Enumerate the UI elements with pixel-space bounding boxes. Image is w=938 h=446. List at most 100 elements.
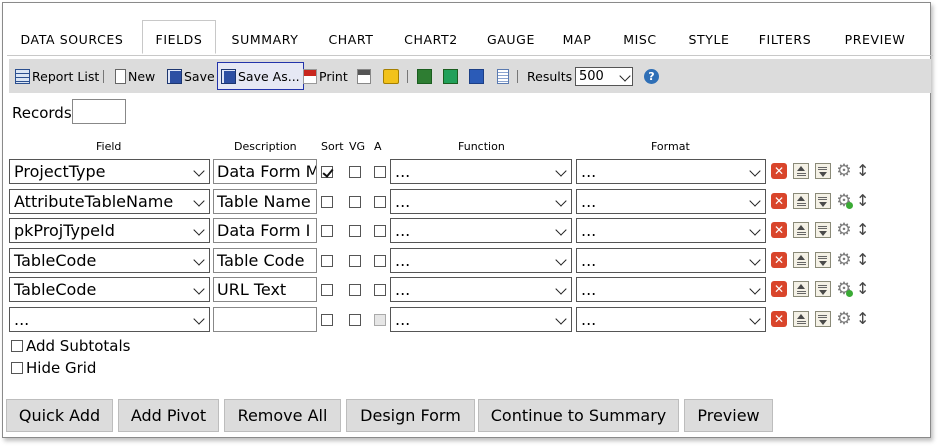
move-up-icon[interactable] (793, 252, 809, 268)
gear-icon[interactable]: ⚙ (836, 311, 852, 328)
vg-checkbox[interactable] (349, 255, 361, 267)
print-button[interactable]: Print (303, 59, 348, 93)
tab-chart2[interactable]: CHART2 (399, 21, 463, 55)
delete-icon[interactable]: ✕ (771, 252, 787, 268)
description-input[interactable] (213, 307, 317, 332)
format-select[interactable]: ... (576, 189, 766, 214)
field-select[interactable]: ProjectType (9, 159, 210, 184)
tab-misc[interactable]: MISC (615, 21, 665, 55)
tab-summary[interactable]: SUMMARY (225, 21, 305, 55)
a-checkbox[interactable] (374, 196, 386, 208)
delete-icon[interactable]: ✕ (771, 281, 787, 297)
sort-checkbox[interactable] (321, 284, 333, 296)
vg-checkbox[interactable] (349, 225, 361, 237)
tab-filters[interactable]: FILTERS (753, 21, 817, 55)
function-select[interactable]: ... (390, 218, 572, 243)
move-down-icon[interactable] (815, 311, 831, 327)
drag-handle-icon[interactable]: ↕ (856, 311, 869, 327)
a-checkbox[interactable] (374, 284, 386, 296)
format-select[interactable]: ... (576, 218, 766, 243)
help-icon[interactable]: ? (644, 69, 659, 84)
move-down-icon[interactable] (815, 222, 831, 238)
results-select[interactable]: 500 (575, 67, 633, 86)
gear-icon[interactable]: ⚙ (836, 193, 853, 210)
continue-to-summary-button[interactable]: Continue to Summary (478, 399, 679, 432)
vg-checkbox[interactable] (349, 314, 361, 326)
function-select[interactable]: ... (390, 277, 572, 302)
vg-checkbox[interactable] (349, 284, 361, 296)
quick-add-button[interactable]: Quick Add (6, 399, 113, 432)
tab-style[interactable]: STYLE (681, 21, 737, 55)
word-export-button[interactable] (469, 59, 486, 93)
sql-button[interactable] (383, 59, 401, 93)
hide-grid-option[interactable]: Hide Grid (11, 359, 96, 377)
delete-icon[interactable]: ✕ (771, 311, 787, 327)
drag-handle-icon[interactable]: ↕ (856, 193, 869, 209)
move-down-icon[interactable] (815, 163, 831, 179)
function-select[interactable]: ... (390, 189, 572, 214)
gear-icon[interactable]: ⚙ (836, 252, 852, 269)
records-input[interactable] (72, 99, 126, 124)
function-select[interactable]: ... (390, 307, 572, 332)
format-select[interactable]: ... (576, 307, 766, 332)
move-up-icon[interactable] (793, 193, 809, 209)
tab-map[interactable]: MAP (557, 21, 597, 55)
gear-icon[interactable]: ⚙ (836, 163, 852, 180)
sort-checkbox[interactable] (321, 225, 333, 237)
add-subtotals-option[interactable]: Add Subtotals (11, 337, 130, 355)
field-select[interactable]: TableCode (9, 277, 210, 302)
save-as-button[interactable]: Save As... (217, 62, 304, 90)
vg-checkbox[interactable] (349, 166, 361, 178)
tab-preview[interactable]: PREVIEW (839, 21, 911, 55)
description-input[interactable]: Data Form M (213, 159, 317, 184)
report-list-button[interactable]: Report List (15, 59, 99, 93)
gear-icon[interactable]: ⚙ (836, 281, 853, 298)
move-down-icon[interactable] (815, 252, 831, 268)
format-select[interactable]: ... (576, 248, 766, 273)
description-input[interactable]: Table Code (213, 248, 317, 273)
new-button[interactable]: New (115, 59, 155, 93)
format-select[interactable]: ... (576, 277, 766, 302)
hide-grid-checkbox[interactable] (11, 362, 23, 374)
drag-handle-icon[interactable]: ↕ (856, 163, 869, 179)
delete-icon[interactable]: ✕ (771, 163, 787, 179)
field-select[interactable]: TableCode (9, 248, 210, 273)
move-down-icon[interactable] (815, 281, 831, 297)
tab-chart[interactable]: CHART (321, 21, 381, 55)
save-button[interactable]: Save (167, 59, 215, 93)
tab-data-sources[interactable]: DATA SOURCES (11, 21, 133, 55)
move-up-icon[interactable] (793, 281, 809, 297)
sort-checkbox[interactable] (321, 255, 333, 267)
sort-checkbox[interactable] (321, 314, 333, 326)
preview-button[interactable]: Preview (684, 399, 773, 432)
delete-icon[interactable]: ✕ (771, 193, 787, 209)
html-export-button[interactable] (357, 59, 373, 93)
format-select[interactable]: ... (576, 159, 766, 184)
move-down-icon[interactable] (815, 193, 831, 209)
excel-export-button-2[interactable] (443, 59, 460, 93)
description-input[interactable]: URL Text (213, 277, 317, 302)
tab-gauge[interactable]: GAUGE (481, 21, 541, 55)
design-form-button[interactable]: Design Form (346, 399, 475, 432)
move-up-icon[interactable] (793, 163, 809, 179)
add-pivot-button[interactable]: Add Pivot (118, 399, 219, 432)
text-export-button[interactable] (497, 59, 511, 93)
tab-fields[interactable]: FIELDS (142, 20, 216, 54)
vg-checkbox[interactable] (349, 196, 361, 208)
a-checkbox[interactable] (374, 225, 386, 237)
field-select[interactable]: AttributeTableName (9, 189, 210, 214)
function-select[interactable]: ... (390, 248, 572, 273)
excel-export-button[interactable] (417, 59, 434, 93)
move-up-icon[interactable] (793, 222, 809, 238)
drag-handle-icon[interactable]: ↕ (856, 252, 869, 268)
description-input[interactable]: Data Form I (213, 218, 317, 243)
add-subtotals-checkbox[interactable] (11, 340, 23, 352)
delete-icon[interactable]: ✕ (771, 222, 787, 238)
gear-icon[interactable]: ⚙ (836, 222, 852, 239)
a-checkbox[interactable] (374, 166, 386, 178)
drag-handle-icon[interactable]: ↕ (856, 281, 869, 297)
drag-handle-icon[interactable]: ↕ (856, 222, 869, 238)
description-input[interactable]: Table Name (213, 189, 317, 214)
move-up-icon[interactable] (793, 311, 809, 327)
function-select[interactable]: ... (390, 159, 572, 184)
